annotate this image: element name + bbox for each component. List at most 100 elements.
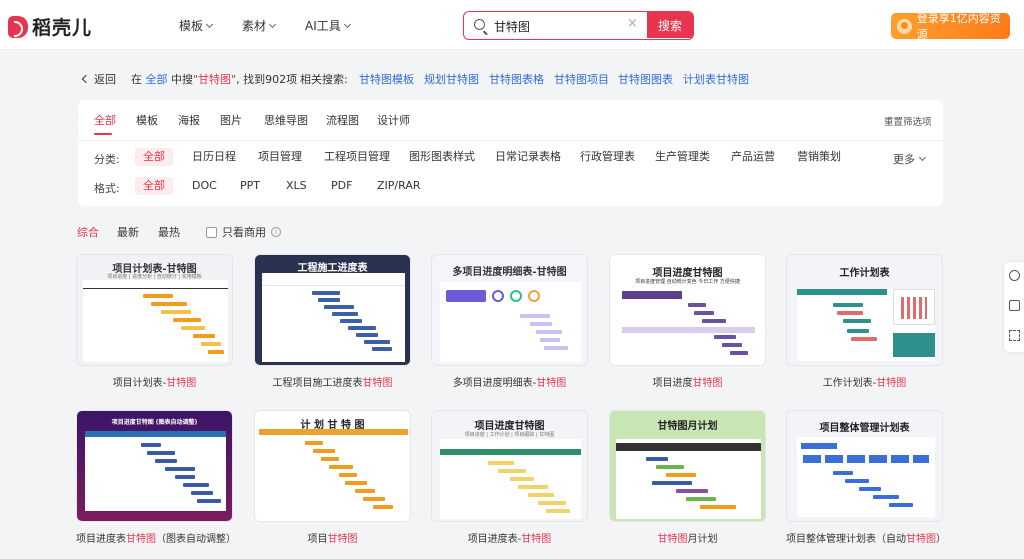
gantt-sheet: [83, 280, 228, 362]
category-chip[interactable]: 营销策划: [797, 148, 841, 166]
format-chip[interactable]: PDF: [331, 177, 352, 195]
result-summary: 在 全部 中搜"甘特图", 找到902项: [131, 71, 297, 87]
brand-logo[interactable]: 稻壳儿: [8, 13, 92, 40]
format-label: 格式:: [94, 182, 120, 195]
template-card[interactable]: 项目整体管理计划表 项目整体管理计划表（自动甘特图）: [786, 410, 946, 545]
category-chip[interactable]: 图形图表样式: [409, 148, 475, 166]
template-thumbnail: 多项目进度明细表-甘特图: [431, 254, 588, 366]
category-chip[interactable]: 工程项目管理: [324, 148, 390, 166]
more-categories-button[interactable]: 更多: [893, 151, 927, 167]
nav-templates[interactable]: 模板: [179, 17, 214, 34]
thumbnail-subtitle: 项目进度 | 进度分析 | 自动统计 | 实用模板: [107, 274, 202, 280]
template-thumbnail: 项目整体管理计划表: [786, 410, 943, 522]
format-chip[interactable]: PPT: [240, 177, 260, 195]
brand-name: 稻壳儿: [32, 17, 93, 39]
template-card[interactable]: 工作计划表 工作计划表-甘特图: [786, 254, 943, 389]
template-caption: 项目进度表甘特图（图表自动调整）: [76, 534, 236, 545]
sort-latest[interactable]: 最新: [117, 224, 139, 240]
qrcode-icon[interactable]: [1009, 330, 1020, 341]
related-search-link[interactable]: 规划甘特图: [424, 71, 479, 87]
tab-all[interactable]: 全部: [94, 112, 116, 128]
template-card[interactable]: 项目计划表-甘特图 项目进度 | 进度分析 | 自动统计 | 实用模板 项目计划…: [76, 254, 233, 389]
thumbnail-title: 工程施工进度表: [297, 263, 368, 274]
reset-filters-button[interactable]: 重置筛选项: [884, 114, 932, 128]
thumbnail-subtitle: 项目进度 | 工作计划 | 项目跟踪 | 甘特图: [464, 432, 555, 438]
gantt-sheet: [797, 437, 935, 517]
chevron-down-icon: [268, 20, 277, 28]
gantt-sheet: [262, 273, 405, 362]
thumbnail-title: 多项目进度明细表-甘特图: [452, 267, 567, 278]
thumbnail-title: 项目整体管理计划表: [819, 423, 910, 434]
nav-templates-label: 模板: [179, 19, 204, 33]
format-chip[interactable]: 全部: [135, 177, 173, 195]
category-chip[interactable]: 日历日程: [192, 148, 236, 166]
gantt-sheet: [85, 431, 226, 511]
nav-ai-tools-label: AI工具: [305, 19, 341, 33]
info-icon[interactable]: i: [271, 227, 281, 237]
sort-hottest[interactable]: 最热: [158, 224, 180, 240]
result-prefix: 在: [131, 73, 142, 86]
tab-designers[interactable]: 设计师: [377, 112, 410, 128]
commercial-only-checkbox[interactable]: [206, 226, 217, 238]
template-thumbnail: 项目进度甘特图 项目进度 | 工作计划 | 项目跟踪 | 甘特图: [431, 410, 588, 522]
nav-materials[interactable]: 素材: [242, 17, 277, 34]
tab-mindmap[interactable]: 思维导图: [264, 112, 308, 128]
tab-templates[interactable]: 模板: [136, 112, 158, 128]
nav-materials-label: 素材: [242, 19, 267, 33]
tab-flowchart[interactable]: 流程图: [326, 112, 359, 128]
template-thumbnail: 工作计划表: [786, 254, 943, 366]
search-button[interactable]: 搜索: [647, 12, 693, 38]
thumbnail-subtitle: 项目进度管理 自动统计变色 今日工作 方便快捷: [635, 279, 740, 285]
thumbnail-title: 甘特图月计划: [657, 421, 718, 432]
back-link[interactable]: 返回: [81, 71, 116, 87]
related-search-label: 相关搜索:: [300, 73, 348, 86]
related-search-link[interactable]: 计划表甘特图: [683, 71, 749, 87]
result-scope[interactable]: 全部: [146, 73, 168, 86]
category-chip[interactable]: 生产管理类: [655, 148, 710, 166]
avatar-icon: [897, 18, 912, 34]
nav-ai-tools[interactable]: AI工具: [305, 17, 351, 34]
template-card[interactable]: 项目进度甘特图 项目进度 | 工作计划 | 项目跟踪 | 甘特图 项目进度表-甘…: [431, 410, 588, 545]
related-search-link[interactable]: 甘特图图表: [618, 71, 673, 87]
format-chip[interactable]: DOC: [192, 177, 217, 195]
commercial-only-label: 只看商用: [222, 226, 266, 239]
template-card[interactable]: 计 划 甘 特 图 项目甘特图: [254, 410, 411, 545]
related-search-link[interactable]: 甘特图项目: [554, 71, 609, 87]
user-icon[interactable]: [1009, 270, 1020, 281]
template-card[interactable]: 项目进度甘特图 项目进度管理 自动统计变色 今日工作 方便快捷 项目进度甘特图: [609, 254, 766, 389]
category-chip[interactable]: 日常记录表格: [495, 148, 561, 166]
thumbnail-title: 项目进度甘特图: [474, 421, 545, 432]
search-input[interactable]: [494, 17, 644, 35]
format-chip[interactable]: ZIP/RAR: [377, 177, 420, 195]
thumbnail-title: 工作计划表: [839, 268, 890, 279]
gantt-sheet: [440, 439, 581, 519]
category-chip[interactable]: 项目管理: [258, 148, 302, 166]
commercial-only-toggle[interactable]: 只看商用 i: [206, 224, 281, 240]
top-header: 稻壳儿 模板 素材 AI工具 搜索 × 登录享1亿内容资源: [0, 0, 1024, 50]
login-button[interactable]: 登录享1亿内容资源: [891, 12, 1010, 41]
related-search-link[interactable]: 甘特图模板: [359, 71, 414, 87]
template-card[interactable]: 甘特图月计划 甘特图月计划: [609, 410, 766, 545]
template-card[interactable]: 工程施工进度表 工程项目施工进度表甘特图: [254, 254, 411, 389]
floating-toolbar: [1004, 262, 1024, 352]
template-caption: 项目整体管理计划表（自动甘特图）: [786, 534, 946, 545]
chevron-down-icon: [343, 20, 351, 28]
clear-icon[interactable]: ×: [627, 16, 638, 32]
category-chip[interactable]: 行政管理表: [580, 148, 635, 166]
related-search-link[interactable]: 甘特图表格: [489, 71, 544, 87]
tab-posters[interactable]: 海报: [178, 112, 200, 128]
result-middle: 中搜: [171, 73, 193, 86]
template-caption: 工程项目施工进度表甘特图: [272, 378, 393, 389]
tab-images[interactable]: 图片: [220, 112, 242, 128]
category-chip[interactable]: 产品运营: [731, 148, 775, 166]
format-chip[interactable]: XLS: [286, 177, 307, 195]
template-card[interactable]: 项目进度甘特图 (图表自动调整) 项目进度表甘特图（图表自动调整）: [76, 410, 236, 545]
sort-comprehensive[interactable]: 综合: [77, 224, 99, 240]
template-card[interactable]: 多项目进度明细表-甘特图 多项目进度明细表-甘特图: [431, 254, 588, 389]
category-chip[interactable]: 全部: [135, 148, 173, 166]
category-label: 分类:: [94, 153, 120, 166]
gantt-sheet: [259, 429, 408, 519]
feedback-icon[interactable]: [1009, 300, 1020, 311]
template-caption: 工作计划表-甘特图: [822, 378, 907, 389]
gantt-sheet: [622, 291, 755, 361]
